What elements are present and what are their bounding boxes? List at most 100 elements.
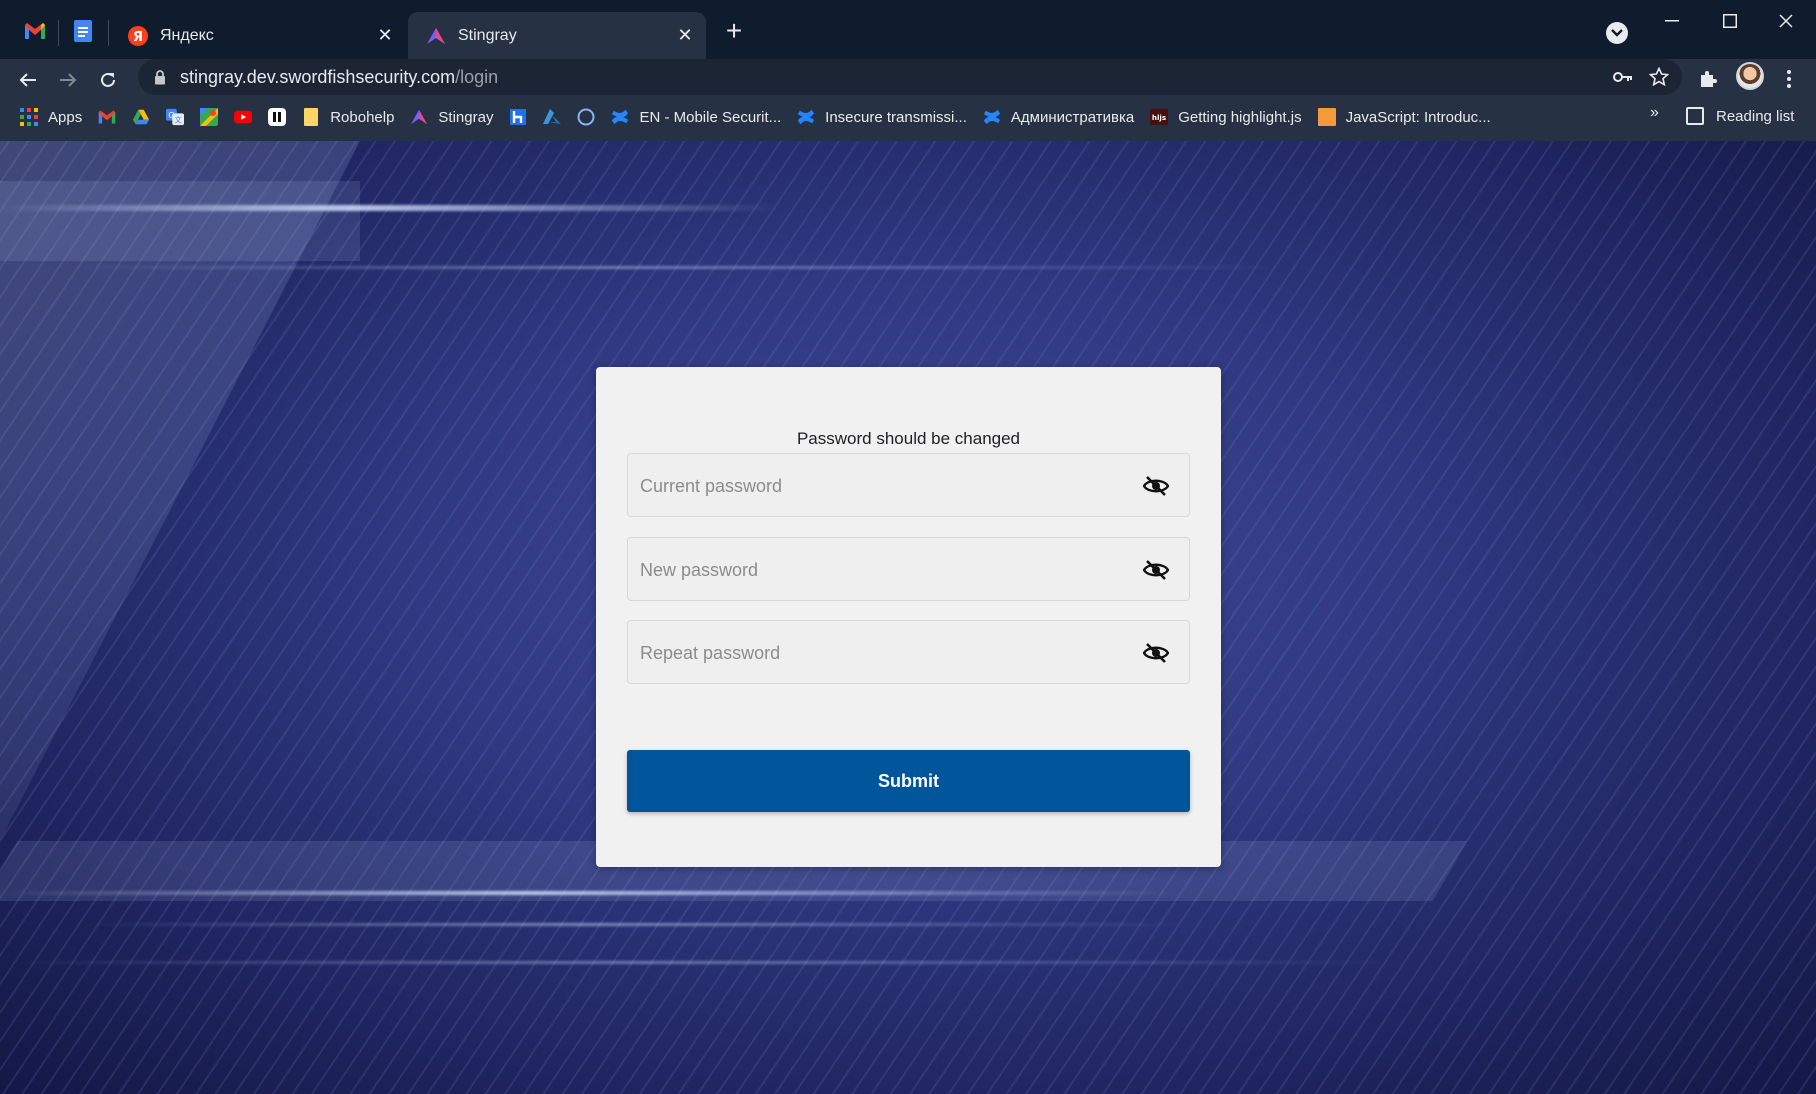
current-password-field[interactable]: [627, 453, 1190, 517]
decor-streak: [80, 923, 1200, 926]
bookmark-google-translate[interactable]: G文: [158, 101, 192, 133]
tab-separator: [58, 20, 59, 46]
folder-icon: [302, 108, 320, 126]
change-password-card: Password should be changed Submit: [596, 367, 1221, 867]
tab-title: Яндекс: [160, 26, 214, 44]
chevron-down-icon: [1611, 24, 1623, 42]
circle-icon: [577, 108, 595, 126]
decor-streak: [0, 891, 1180, 895]
bookmark-google-drive[interactable]: [124, 101, 158, 133]
pause-app-icon: [268, 108, 287, 126]
bookmark-label: Insecure transmissi...: [825, 108, 967, 126]
hljs-icon: hljs: [1150, 108, 1169, 126]
url-host: stingray.dev.swordfishsecurity.com: [180, 66, 456, 87]
arrow-right-icon: [60, 73, 77, 87]
close-icon[interactable]: ✕: [374, 24, 396, 46]
bookmark-label: Robohelp: [330, 108, 395, 126]
bookmarks-bar: Apps G文 Robohelp Stingray EN - Mobile Se…: [0, 100, 1816, 134]
bookmark-label: Stingray: [438, 108, 494, 126]
pinned-tab-gmail[interactable]: [18, 16, 52, 50]
reload-button[interactable]: [92, 64, 124, 96]
minimize-icon: [1665, 20, 1679, 22]
confluence-icon: [983, 108, 1001, 126]
bookmark-highlightjs[interactable]: hljs Getting highlight.js: [1142, 101, 1309, 133]
bookmark-youtube[interactable]: [226, 101, 260, 133]
svg-text:文: 文: [175, 115, 182, 124]
bookmark-label: Apps: [48, 108, 83, 126]
stingray-icon: [426, 26, 446, 46]
azure-icon: [543, 108, 562, 126]
address-bar[interactable]: stingray.dev.swordfishsecurity.com/login: [138, 59, 1682, 95]
reading-list-button[interactable]: Reading list: [1686, 100, 1794, 132]
google-drive-icon: [132, 108, 150, 126]
url-path: /login: [455, 66, 499, 87]
bookmark-label: EN - Mobile Securit...: [639, 108, 782, 126]
google-translate-icon: G文: [166, 108, 185, 126]
current-password-input[interactable]: [640, 470, 1120, 502]
forward-button[interactable]: [52, 64, 84, 96]
bookmark-google-maps[interactable]: [192, 101, 226, 133]
bookmark-pause-app[interactable]: [260, 101, 294, 133]
key-icon[interactable]: [1612, 66, 1634, 88]
bookmark-label: Административка: [1010, 108, 1135, 126]
new-tab-button[interactable]: +: [720, 17, 748, 46]
tab-title: Stingray: [458, 26, 517, 44]
minimize-button[interactable]: [1652, 6, 1692, 36]
repeat-password-input[interactable]: [640, 637, 1120, 669]
bookmark-insecure-transmission[interactable]: Insecure transmissi...: [789, 101, 975, 133]
maximize-button[interactable]: [1710, 6, 1750, 36]
bookmark-stingray[interactable]: Stingray: [402, 101, 501, 133]
svg-text:Я: Я: [133, 30, 143, 45]
bookmark-robohelp[interactable]: Robohelp: [294, 101, 402, 133]
eye-off-icon[interactable]: [1143, 474, 1169, 498]
browser-menu-button[interactable]: [1774, 64, 1804, 94]
maximize-icon: [1723, 14, 1737, 28]
h-app-icon: [509, 108, 527, 126]
bookmark-label: JavaScript: Introduc...: [1345, 108, 1491, 126]
reload-icon: [101, 72, 115, 87]
bookmark-administrativka[interactable]: Административка: [975, 101, 1142, 133]
confluence-icon: [611, 108, 629, 126]
browser-window: Я Яндекс ✕ Stingray ✕ + stingray.dev.swo…: [0, 0, 1816, 1094]
pinned-tab-docs[interactable]: [66, 16, 100, 50]
svg-text:hljs: hljs: [1152, 113, 1166, 122]
bookmark-gmail[interactable]: [90, 101, 124, 133]
tab-yandex[interactable]: Я Яндекс ✕: [110, 12, 406, 59]
orange-square-icon: [1317, 108, 1336, 126]
page-background: Password should be changed Submit: [0, 141, 1816, 1094]
tab-strip: Я Яндекс ✕ Stingray ✕ +: [0, 0, 1816, 59]
extensions-button[interactable]: [1693, 64, 1723, 94]
apps-grid-icon: [20, 108, 38, 126]
submit-button[interactable]: Submit: [627, 750, 1190, 812]
lock-icon[interactable]: [152, 69, 168, 85]
bookmark-circle[interactable]: [569, 101, 603, 133]
close-icon[interactable]: ✕: [674, 24, 696, 46]
decor-streak: [60, 266, 1300, 269]
bookmark-javascript-intro[interactable]: JavaScript: Introduc...: [1310, 101, 1499, 133]
eye-off-icon[interactable]: [1143, 641, 1169, 665]
close-window-button[interactable]: [1766, 6, 1806, 36]
tab-stingray[interactable]: Stingray ✕: [408, 12, 706, 59]
new-password-field[interactable]: [627, 537, 1190, 601]
decor-streak: [0, 205, 780, 211]
google-maps-icon: [200, 108, 219, 126]
bookmark-h-app[interactable]: [501, 101, 535, 133]
yandex-icon: Я: [128, 25, 148, 46]
bookmark-azure[interactable]: [535, 101, 569, 133]
tab-search-button[interactable]: [1606, 22, 1628, 44]
bookmark-en-mobile-security[interactable]: EN - Mobile Securit...: [603, 101, 789, 133]
profile-avatar[interactable]: [1736, 62, 1764, 90]
puzzle-icon: [1701, 71, 1717, 87]
back-button[interactable]: [12, 64, 44, 96]
star-icon[interactable]: [1648, 66, 1670, 88]
youtube-icon: [234, 108, 253, 126]
gmail-icon: [98, 108, 116, 126]
confluence-icon: [797, 108, 815, 126]
arrow-left-icon: [19, 73, 36, 87]
bookmarks-overflow-button[interactable]: »: [1650, 104, 1659, 122]
new-password-input[interactable]: [640, 554, 1120, 586]
eye-off-icon[interactable]: [1143, 558, 1169, 582]
bookmark-apps[interactable]: Apps: [12, 101, 90, 133]
tab-separator: [108, 20, 109, 46]
repeat-password-field[interactable]: [627, 620, 1190, 684]
